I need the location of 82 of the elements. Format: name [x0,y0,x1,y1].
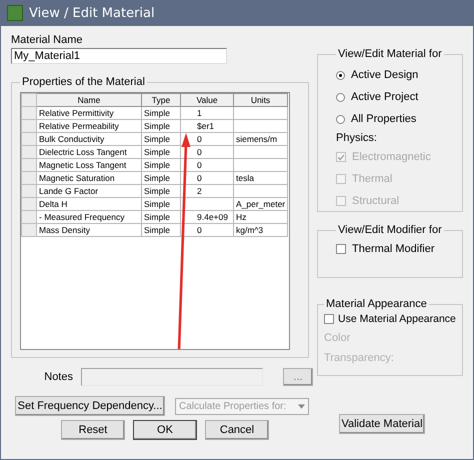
table-cell [234,158,288,172]
column-header[interactable]: Type [142,94,180,106]
row-header[interactable] [22,198,36,210]
table-cell: - Measured Frequency [36,210,142,224]
browse-button[interactable]: ... [283,368,313,386]
radio-button[interactable] [336,70,345,80]
dialog-button[interactable]: OK [133,420,197,440]
column-header[interactable]: Units [234,94,288,106]
table-cell: 1 [180,106,234,120]
checkbox[interactable] [324,314,334,324]
dialog-button[interactable]: Reset [61,420,125,440]
field-label: Notes [43,371,74,383]
checkbox-label[interactable]: Use Material Appearance [338,313,456,325]
field-label: Color [324,331,352,346]
checkbox[interactable] [336,244,346,254]
dialog-button[interactable]: Cancel [205,420,269,440]
table-cell: Hz [234,210,288,224]
row-header[interactable] [22,120,36,132]
table-cell: $er1 [180,120,234,132]
row-header[interactable] [22,146,36,158]
table-cell: Simple [142,198,180,210]
table-cell: siemens/m [234,132,288,146]
table-cell: Simple [142,172,180,184]
table-cell: Simple [142,146,180,158]
material-name-field[interactable]: My_Material1 [11,48,227,64]
column-header[interactable]: Name [36,94,142,106]
table-cell: Simple [142,158,180,172]
radio-button[interactable] [336,92,345,102]
table-cell: kg/m^3 [234,224,288,236]
table-cell: Simple [142,106,180,120]
table-cell [180,198,234,210]
table-cell: Lande G Factor [36,184,142,198]
table-cell: Bulk Conductivity [36,132,142,146]
row-header[interactable] [22,106,36,120]
field-label: Material Name [11,34,84,47]
table-cell [234,184,288,198]
row-header[interactable] [22,132,36,146]
radio-button[interactable] [336,114,345,124]
table-cell: 9.4e+09 [180,210,234,224]
row-header[interactable] [22,158,36,172]
row-header[interactable] [22,172,36,184]
group-title: Properties of the Material [21,76,146,88]
field-label: Transparency: [324,351,395,366]
row-header[interactable] [22,224,36,236]
table-cell: Simple [142,224,180,236]
app-icon [7,5,23,21]
table-cell: 0 [180,224,234,236]
table-cell [234,146,288,158]
section-label: Physics: [336,132,377,144]
group-title: View/Edit Material for [337,48,443,60]
radio-label[interactable]: Active Project [351,91,418,103]
table-cell: 2 [180,184,234,198]
table-cell: Magnetic Saturation [36,172,142,184]
table-cell: 0 [180,172,234,184]
row-header[interactable] [22,210,36,224]
table-cell: Magnetic Loss Tangent [36,158,142,172]
table-cell: Dielectric Loss Tangent [36,146,142,158]
checkbox-label[interactable]: Thermal Modifier [352,243,435,255]
radio-label[interactable]: Active Design [351,69,418,81]
table-cell: Delta H [36,198,142,210]
row-header[interactable] [22,184,36,198]
corner-cell [22,94,36,106]
table-cell: Simple [142,210,180,224]
window-title: View / Edit Material [29,6,155,20]
frequency-button[interactable]: Set Frequency Dependency... [15,396,165,416]
column-header[interactable]: Value [180,94,234,106]
group-title: View/Edit Modifier for [337,224,443,236]
table-cell: Relative Permittivity [36,106,142,120]
table-cell: Simple [142,132,180,146]
validate-button[interactable]: Validate Material [339,414,425,434]
table-cell: A_per_meter [234,198,288,210]
table-cell: 0 [180,158,234,172]
radio-label[interactable]: All Properties [351,113,416,125]
group-title: Material Appearance [325,298,428,310]
table-cell [234,106,288,120]
table-cell: tesla [234,172,288,184]
table-cell: Mass Density [36,224,142,236]
table-cell: Simple [142,120,180,132]
table-cell: Simple [142,184,180,198]
table-cell: Relative Permeability [36,120,142,132]
caret-icon [298,404,305,408]
table-cell [234,120,288,132]
